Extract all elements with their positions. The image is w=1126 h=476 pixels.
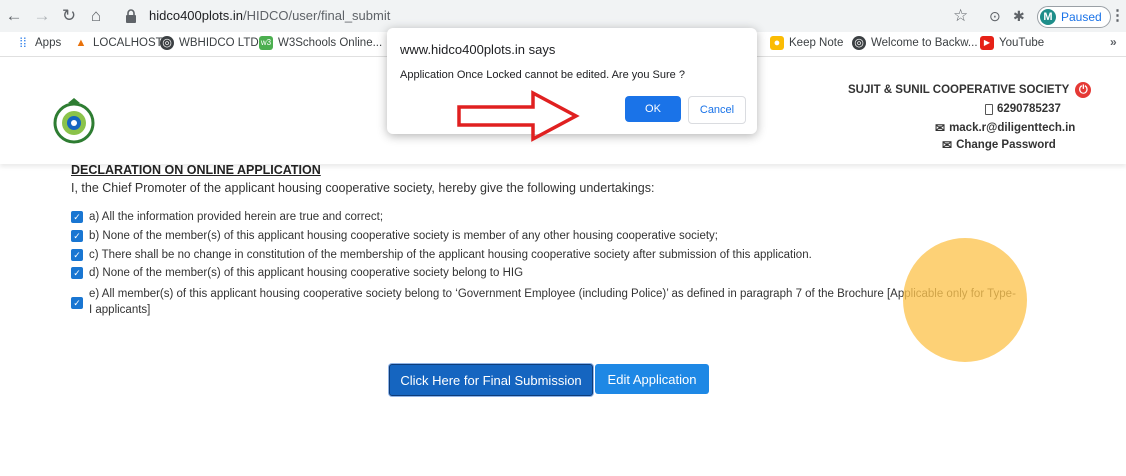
final-submission-button[interactable]: Click Here for Final Submission <box>389 364 593 396</box>
red-arrow-annotation-icon <box>457 90 580 142</box>
cancel-button[interactable]: Cancel <box>688 96 746 124</box>
change-password-link[interactable]: ✉ Change Password <box>942 138 1056 152</box>
localhost-icon: ▲ <box>75 37 87 49</box>
checkbox-checked[interactable]: ✓ <box>71 267 83 279</box>
browser-menu-icon[interactable]: ⋮ <box>1110 6 1125 26</box>
declaration-intro: I, the Chief Promoter of the applicant h… <box>71 181 655 195</box>
bookmark-star-icon[interactable]: ☆ <box>953 6 968 26</box>
declaration-item-text: d) None of the member(s) of this applica… <box>89 267 524 279</box>
lock-icon <box>126 9 136 23</box>
bookmark-label: Keep Note <box>789 37 844 49</box>
bookmark-label: Welcome to Backw... <box>871 37 978 49</box>
declaration-item-a[interactable]: ✓ a) All the information provided herein… <box>71 211 383 223</box>
bookmark-apps[interactable]: ⁞⁞ Apps <box>16 36 61 50</box>
bookmark-label: LOCALHOST <box>93 37 163 49</box>
checkbox-checked[interactable]: ✓ <box>71 249 83 261</box>
forward-icon[interactable]: → <box>32 6 52 26</box>
bookmark-label: Apps <box>35 37 62 49</box>
ok-button[interactable]: OK <box>625 96 681 122</box>
west-bengal-emblem-logo <box>53 98 95 144</box>
bookmark-backw[interactable]: ◎ Welcome to Backw... <box>852 36 978 50</box>
globe-icon: ◎ <box>160 36 174 50</box>
bookmark-w3schools[interactable]: w3 W3Schools Online... <box>259 36 382 50</box>
globe-icon: ◎ <box>852 36 866 50</box>
society-name: SUJIT & SUNIL COOPERATIVE SOCIETY <box>848 84 1070 96</box>
bookmark-keep-note[interactable]: ● Keep Note <box>770 36 843 50</box>
bookmark-wbhidco[interactable]: ◎ WBHIDCO LTD <box>160 36 259 50</box>
w3schools-icon: w3 <box>259 36 273 50</box>
cursor-highlight <box>903 238 1027 362</box>
email-row: ✉ mack.r@diligenttech.in <box>935 121 1075 135</box>
declaration-title: DECLARATION ON ONLINE APPLICATION <box>71 163 321 177</box>
declaration-item-text-continued: I applicants] <box>89 304 151 316</box>
profile-button[interactable]: M Paused <box>1037 6 1111 28</box>
url-text: hidco400plots.in/HIDCO/user/final_submit <box>149 8 390 23</box>
camera-extension-icon[interactable]: ⊙ <box>989 7 1001 25</box>
extensions-puzzle-icon[interactable]: ✱ <box>1013 7 1025 25</box>
bookmark-label: YouTube <box>999 37 1045 49</box>
bookmark-localhost[interactable]: ▲ LOCALHOST <box>74 36 163 50</box>
reload-icon[interactable]: ↻ <box>59 6 79 26</box>
bookmark-youtube[interactable]: ▶ YouTube <box>980 36 1044 50</box>
envelope-icon: ✉ <box>942 138 953 152</box>
address-bar[interactable]: hidco400plots.in/HIDCO/user/final_submit <box>111 4 991 28</box>
back-icon[interactable]: ← <box>4 6 24 26</box>
checkbox-checked[interactable]: ✓ <box>71 211 83 223</box>
declaration-item-text: e) All member(s) of this applicant housi… <box>89 288 1016 300</box>
declaration-item-d[interactable]: ✓ d) None of the member(s) of this appli… <box>71 267 523 279</box>
checkbox-checked[interactable]: ✓ <box>71 230 83 242</box>
avatar: M <box>1040 9 1056 25</box>
phone-row: 6290785237 <box>985 103 1061 115</box>
apps-grid-icon: ⁞⁞ <box>19 35 27 50</box>
edit-application-button[interactable]: Edit Application <box>595 364 709 394</box>
checkbox-checked[interactable]: ✓ <box>71 297 83 309</box>
url-domain: hidco400plots.in <box>149 8 243 23</box>
home-icon[interactable]: ⌂ <box>86 6 106 26</box>
url-path: /HIDCO/user/final_submit <box>242 8 391 23</box>
declaration-item-c[interactable]: ✓ c) There shall be no change in constit… <box>71 249 812 261</box>
youtube-icon: ▶ <box>980 36 994 50</box>
change-password-label: Change Password <box>956 139 1056 151</box>
phone-icon <box>985 103 993 115</box>
society-name-row: SUJIT & SUNIL COOPERATIVE SOCIETY ⏻ <box>848 82 1092 98</box>
bookmark-label: WBHIDCO LTD <box>179 37 259 49</box>
envelope-icon: ✉ <box>935 121 946 135</box>
declaration-item-b[interactable]: ✓ b) None of the member(s) of this appli… <box>71 230 718 242</box>
declaration-item-text: a) All the information provided herein a… <box>89 211 384 223</box>
declaration-item-text: b) None of the member(s) of this applica… <box>89 230 718 242</box>
more-bookmarks-icon[interactable]: » <box>1110 35 1117 49</box>
email-address: mack.r@diligenttech.in <box>949 122 1076 134</box>
keep-icon: ● <box>770 36 784 50</box>
profile-status: Paused <box>1061 10 1102 24</box>
dialog-message: Application Once Locked cannot be edited… <box>400 69 685 81</box>
dialog-title: www.hidco400plots.in says <box>400 42 556 57</box>
declaration-item-text: c) There shall be no change in constitut… <box>89 249 812 261</box>
logout-power-icon[interactable]: ⏻ <box>1075 82 1092 98</box>
bookmark-label: W3Schools Online... <box>278 37 383 49</box>
phone-number: 6290785237 <box>997 103 1061 115</box>
